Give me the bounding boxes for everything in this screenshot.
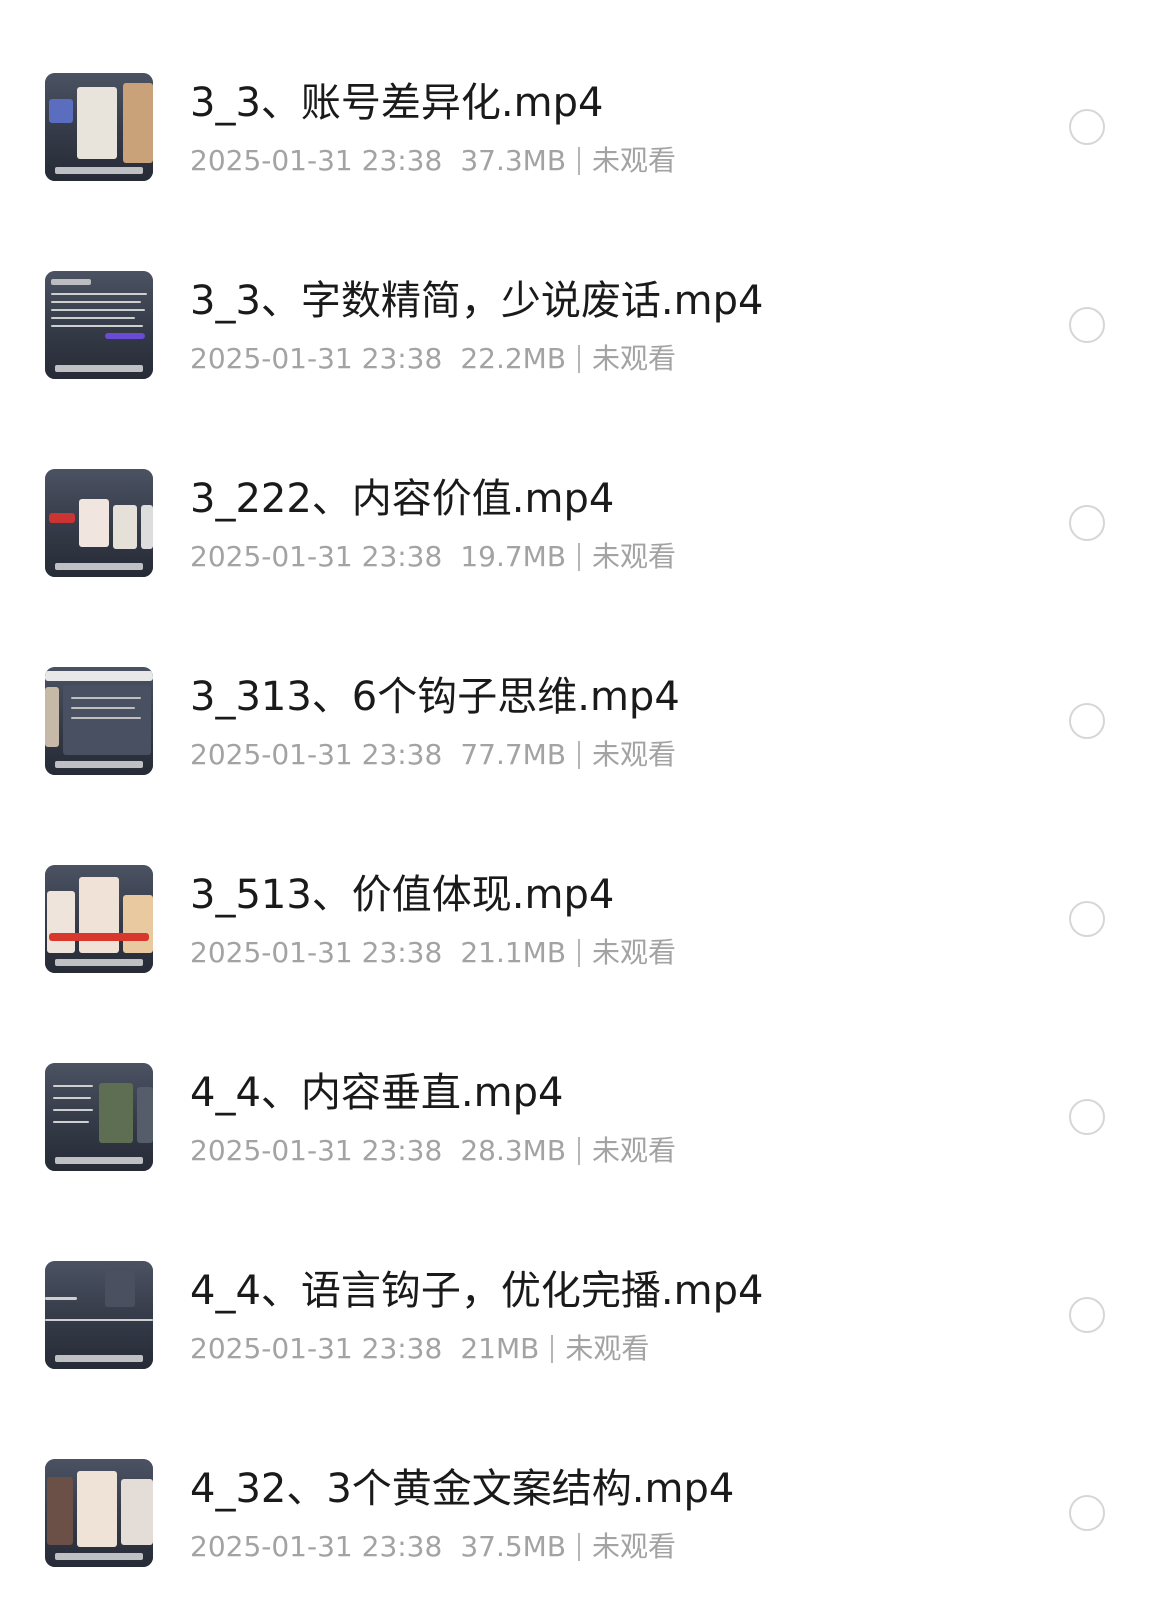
- file-row[interactable]: 3_3、字数精简，少说废话.mp4 2025-01-31 23:38 22.2MB…: [0, 225, 1170, 423]
- file-title: 4_32、3个黄金文案结构.mp4: [190, 1466, 735, 1512]
- file-date: 2025-01-31 23:38: [190, 1530, 443, 1563]
- file-title: 4_4、语言钩子，优化完播.mp4: [190, 1268, 764, 1314]
- select-radio[interactable]: [1069, 307, 1105, 343]
- file-row[interactable]: 4_4、内容垂直.mp4 2025-01-31 23:38 28.3MB 未观看: [0, 1017, 1170, 1215]
- video-thumbnail-icon: [45, 1063, 153, 1171]
- file-size: 37.3MB: [460, 144, 567, 177]
- file-meta: 2025-01-31 23:38 28.3MB 未观看: [190, 1134, 676, 1168]
- video-thumbnail-icon: [45, 865, 153, 973]
- file-title: 3_222、内容价值.mp4: [190, 476, 615, 522]
- file-title: 3_313、6个钩子思维.mp4: [190, 674, 680, 720]
- file-size: 19.7MB: [460, 540, 567, 573]
- video-thumbnail-icon: [45, 1261, 153, 1369]
- watch-status: 未观看: [592, 936, 677, 969]
- file-date: 2025-01-31 23:38: [190, 936, 443, 969]
- watch-status: 未观看: [592, 540, 677, 573]
- file-title: 3_513、价值体现.mp4: [190, 872, 615, 918]
- select-radio[interactable]: [1069, 1495, 1105, 1531]
- file-meta: 2025-01-31 23:38 21MB 未观看: [190, 1332, 649, 1366]
- watch-status: 未观看: [592, 1134, 677, 1167]
- watch-status: 未观看: [592, 342, 677, 375]
- file-date: 2025-01-31 23:38: [190, 342, 443, 375]
- file-row[interactable]: 3_513、价值体现.mp4 2025-01-31 23:38 21.1MB 未观看: [0, 819, 1170, 1017]
- file-date: 2025-01-31 23:38: [190, 1332, 443, 1365]
- file-title: 4_4、内容垂直.mp4: [190, 1070, 564, 1116]
- file-meta: 2025-01-31 23:38 19.7MB 未观看: [190, 540, 676, 574]
- select-radio[interactable]: [1069, 703, 1105, 739]
- file-title: 3_3、账号差异化.mp4: [190, 80, 604, 126]
- select-radio[interactable]: [1069, 1099, 1105, 1135]
- video-thumbnail-icon: [45, 73, 153, 181]
- watch-status: 未观看: [565, 1332, 650, 1365]
- file-size: 21.1MB: [460, 936, 567, 969]
- video-thumbnail-icon: [45, 469, 153, 577]
- video-thumbnail-icon: [45, 271, 153, 379]
- file-size: 28.3MB: [460, 1134, 567, 1167]
- file-date: 2025-01-31 23:38: [190, 144, 443, 177]
- meta-divider: [578, 939, 581, 967]
- meta-divider: [578, 1533, 581, 1561]
- file-size: 37.5MB: [460, 1530, 567, 1563]
- file-meta: 2025-01-31 23:38 22.2MB 未观看: [190, 342, 676, 376]
- file-meta: 2025-01-31 23:38 77.7MB 未观看: [190, 738, 676, 772]
- video-thumbnail-icon: [45, 1459, 153, 1567]
- file-row[interactable]: 3_3、账号差异化.mp4 2025-01-31 23:38 37.3MB 未观看: [0, 27, 1170, 225]
- watch-status: 未观看: [592, 1530, 677, 1563]
- meta-divider: [578, 741, 581, 769]
- meta-divider: [551, 1335, 554, 1363]
- file-row[interactable]: 3_222、内容价值.mp4 2025-01-31 23:38 19.7MB 未观看: [0, 423, 1170, 621]
- select-radio[interactable]: [1069, 505, 1105, 541]
- file-row[interactable]: 3_313、6个钩子思维.mp4 2025-01-31 23:38 77.7MB 未…: [0, 621, 1170, 819]
- meta-divider: [578, 543, 581, 571]
- select-radio[interactable]: [1069, 109, 1105, 145]
- file-meta: 2025-01-31 23:38 37.3MB 未观看: [190, 144, 676, 178]
- watch-status: 未观看: [592, 738, 677, 771]
- select-radio[interactable]: [1069, 901, 1105, 937]
- file-meta: 2025-01-31 23:38 21.1MB 未观看: [190, 936, 676, 970]
- meta-divider: [578, 345, 581, 373]
- meta-divider: [578, 1137, 581, 1165]
- file-date: 2025-01-31 23:38: [190, 1134, 443, 1167]
- file-row[interactable]: 4_4、语言钩子，优化完播.mp4 2025-01-31 23:38 21MB 未观…: [0, 1215, 1170, 1413]
- file-row[interactable]: 4_32、3个黄金文案结构.mp4 2025-01-31 23:38 37.5MB…: [0, 1413, 1170, 1611]
- video-thumbnail-icon: [45, 667, 153, 775]
- file-title: 3_3、字数精简，少说废话.mp4: [190, 278, 764, 324]
- select-radio[interactable]: [1069, 1297, 1105, 1333]
- file-date: 2025-01-31 23:38: [190, 540, 443, 573]
- file-date: 2025-01-31 23:38: [190, 738, 443, 771]
- file-size: 21MB: [460, 1332, 540, 1365]
- file-meta: 2025-01-31 23:38 37.5MB 未观看: [190, 1530, 676, 1564]
- watch-status: 未观看: [592, 144, 677, 177]
- file-size: 22.2MB: [460, 342, 567, 375]
- file-size: 77.7MB: [460, 738, 567, 771]
- meta-divider: [578, 147, 581, 175]
